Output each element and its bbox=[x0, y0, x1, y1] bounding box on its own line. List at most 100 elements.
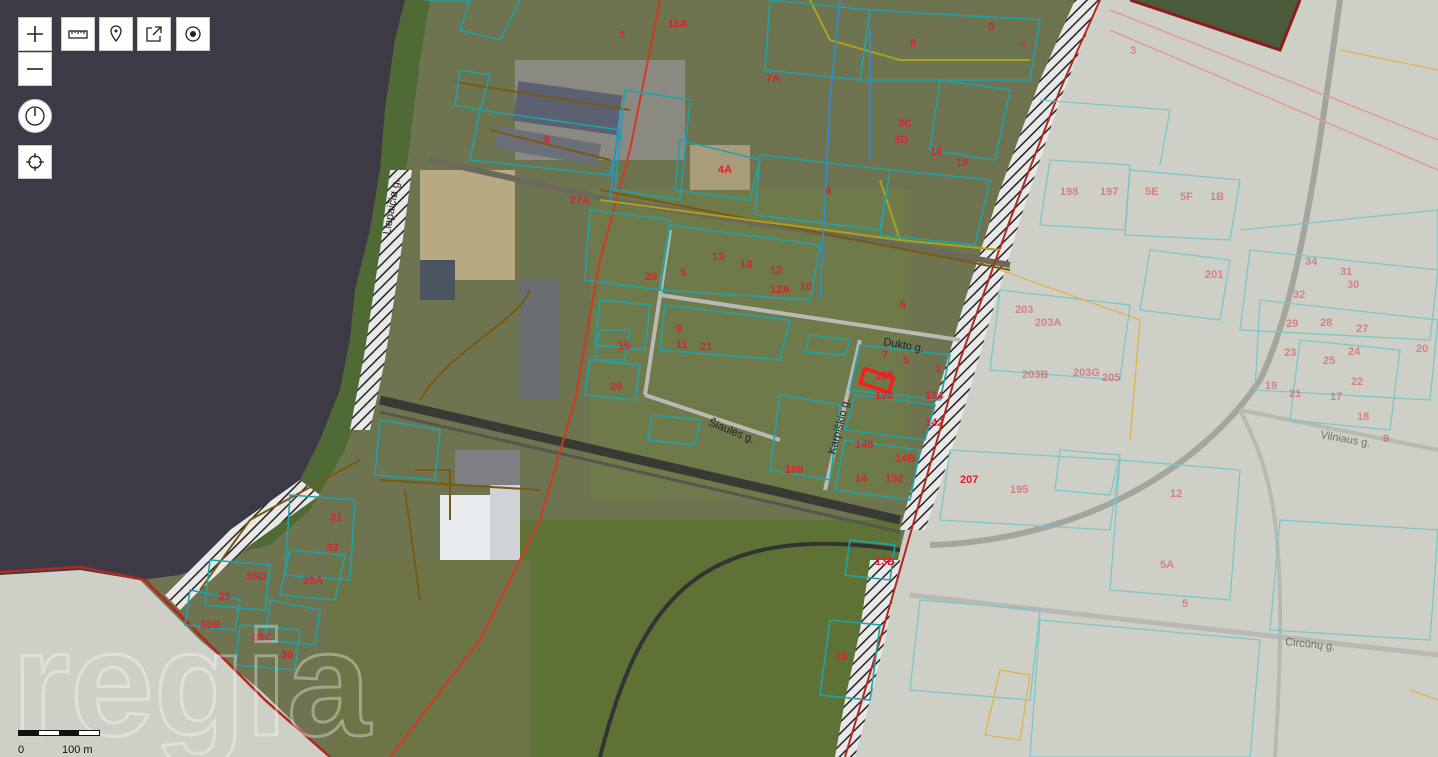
parcel-number-label: 18 bbox=[956, 157, 968, 169]
parcel-number-label: 35A bbox=[303, 575, 323, 587]
parcel-number-label: 11 bbox=[676, 339, 688, 351]
measure-button[interactable] bbox=[61, 17, 95, 51]
parcel-number-label: 34 bbox=[1305, 256, 1318, 268]
parcel-number-label: 203G bbox=[1073, 367, 1100, 379]
map-pin-icon bbox=[110, 25, 122, 43]
parcel-number-label: 17 bbox=[1330, 391, 1342, 403]
parcel-number-label: 11A bbox=[668, 18, 688, 30]
scale-end-label: 100 m bbox=[62, 744, 93, 756]
parcel-number-label: 12 bbox=[1170, 488, 1182, 500]
parcel-number-label: 207 bbox=[960, 474, 978, 486]
parcel-number-label: 132 bbox=[875, 390, 893, 402]
parcel-number-label: 33 bbox=[326, 542, 338, 554]
parcel-number-label: 197 bbox=[1100, 186, 1118, 198]
parcel-number-label: 9 bbox=[1383, 433, 1389, 445]
parcel-number-label: 3 bbox=[1130, 45, 1136, 57]
parcel-number-label: 28 bbox=[1320, 317, 1332, 329]
parcel-number-label: 201 bbox=[1205, 269, 1223, 281]
building-block-2 bbox=[455, 450, 520, 485]
parcel-number-label: 29 bbox=[835, 651, 847, 663]
parcel-number-label: 4A bbox=[718, 164, 732, 176]
parcel-number-label: 14 bbox=[855, 473, 868, 485]
parcel-number-label: 8 bbox=[544, 134, 550, 146]
share-button[interactable] bbox=[137, 17, 171, 51]
parcel-number-label: 5 bbox=[1182, 598, 1188, 610]
compass-button[interactable] bbox=[18, 99, 52, 133]
parcel-number-label: 3D bbox=[894, 134, 908, 146]
parcel-number-label: 1B bbox=[1210, 191, 1224, 203]
parcel-number-label: 1 bbox=[935, 363, 941, 375]
parcel-number-label: 22 bbox=[1351, 376, 1363, 388]
parcel-number-label: 16 bbox=[618, 340, 630, 352]
parcel-number-label: 12 bbox=[770, 265, 782, 277]
plus-icon bbox=[27, 26, 43, 42]
parcel-number-label: 24 bbox=[1348, 346, 1361, 358]
parcel-number-label: 18 bbox=[1357, 411, 1369, 423]
locate-button[interactable] bbox=[18, 145, 52, 179]
parcel-number-label: 12A bbox=[770, 284, 790, 296]
scale-bar-graphic bbox=[18, 730, 100, 736]
add-marker-button[interactable] bbox=[99, 17, 133, 51]
crosshair-icon bbox=[26, 153, 44, 171]
scale-bar: 0 100 m bbox=[18, 730, 100, 756]
parcel-number-label: 148 bbox=[855, 439, 873, 451]
parcel-number-label: 9 bbox=[676, 323, 682, 335]
parcel-number-label: 5F bbox=[1180, 191, 1193, 203]
parcel-number-label: 25 bbox=[1323, 355, 1335, 367]
parcel-number-label: 134 bbox=[925, 390, 944, 402]
parcel-number-label: 198 bbox=[1060, 186, 1078, 198]
parcel-number-label: 203B bbox=[1022, 369, 1048, 381]
parcel-number-label: 14 bbox=[740, 259, 753, 271]
parcel-number-label: 195 bbox=[1010, 484, 1028, 496]
building-block-3 bbox=[420, 260, 455, 300]
parcel-number-label: 5E bbox=[1145, 186, 1158, 198]
parcel-number-label: 13B bbox=[875, 556, 895, 568]
building-block bbox=[490, 485, 520, 565]
scale-start-label: 0 bbox=[18, 744, 25, 756]
parcel-number-label: 4 bbox=[825, 185, 832, 197]
parcel-number-label: 10 bbox=[800, 281, 812, 293]
parcel-number-label: 5 bbox=[903, 355, 909, 367]
parcel-number-label: 20 bbox=[610, 381, 622, 393]
compass-icon bbox=[25, 106, 45, 126]
map-canvas[interactable]: Dukto g. Šiaulės g. Karpiškio g. Vilniau… bbox=[0, 0, 1438, 757]
parcel-number-label: 138 bbox=[875, 370, 893, 382]
parcel-number-label: 142 bbox=[925, 417, 943, 429]
parcel-number-label: 6 bbox=[900, 299, 906, 311]
parcel-number-label: 31 bbox=[330, 512, 342, 524]
parcel-number-label: 152 bbox=[885, 473, 903, 485]
parcel-number-label: 20 bbox=[645, 271, 657, 283]
parcel-number-label: 203A bbox=[1035, 317, 1061, 329]
parcel-number-label: 29 bbox=[1286, 318, 1298, 330]
parcel-number-label: 205 bbox=[1102, 372, 1120, 384]
ruler-icon bbox=[68, 30, 88, 39]
parcel-number-label: 30 bbox=[1347, 279, 1359, 291]
layers-button[interactable] bbox=[176, 17, 210, 51]
parcel-number-label: 1 bbox=[619, 29, 625, 41]
parcel-number-label: 5 bbox=[680, 267, 686, 279]
parcel-number-label: 7A bbox=[766, 73, 780, 85]
parcel-number-label: 14B bbox=[895, 453, 915, 465]
parcel-number-label: 32 bbox=[1293, 289, 1305, 301]
parcel-number-label: 31 bbox=[1340, 266, 1352, 278]
parcel-number-label: 7 bbox=[882, 349, 888, 361]
parcel-number-label: 6 bbox=[988, 21, 994, 33]
parcel-number-label: 16 bbox=[930, 146, 942, 158]
parcel-number-label: 19 bbox=[1265, 380, 1277, 392]
parcel-number-label: 203 bbox=[1015, 304, 1033, 316]
parcel-number-label: 5A bbox=[1160, 559, 1174, 571]
parcel-number-label: 4 bbox=[1020, 39, 1027, 51]
share-icon bbox=[146, 26, 162, 42]
parcel-number-label: 27A bbox=[570, 195, 590, 207]
parcel-number-label: 13 bbox=[712, 251, 724, 263]
parcel-number-label: 35D bbox=[246, 571, 266, 583]
parcel-number-label: 20 bbox=[1416, 343, 1428, 355]
parcel-number-label: 150 bbox=[785, 464, 803, 476]
zoom-out-button[interactable] bbox=[18, 52, 52, 86]
parcel-number-label: 3C bbox=[898, 118, 912, 130]
zoom-in-button[interactable] bbox=[18, 17, 52, 51]
parcel-number-label: 27 bbox=[1356, 323, 1368, 335]
minus-icon bbox=[27, 68, 43, 70]
parcel-number-label: 21 bbox=[700, 341, 712, 353]
parcel-number-label: 23 bbox=[1284, 347, 1296, 359]
